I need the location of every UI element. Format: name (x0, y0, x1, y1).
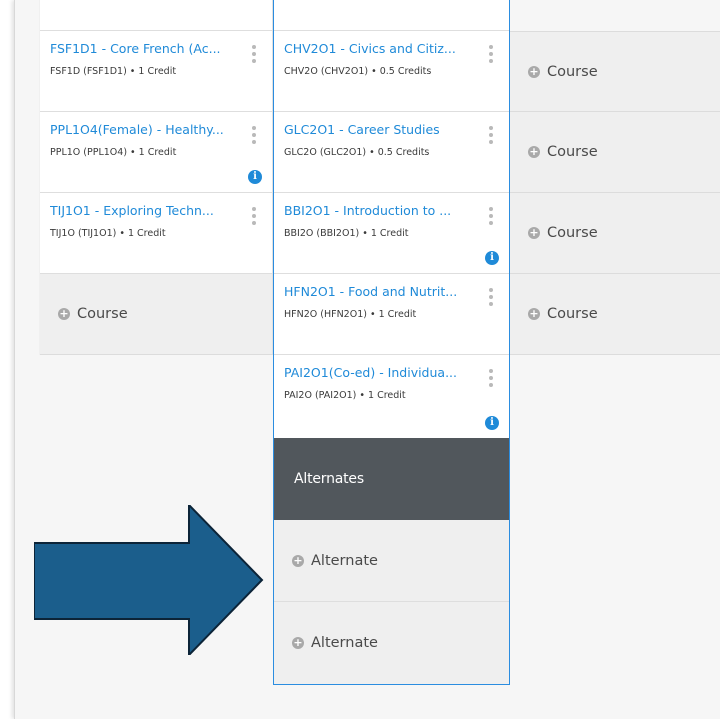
add-course-button[interactable]: + Course (528, 32, 598, 111)
add-course-slot[interactable]: + Course (40, 274, 273, 355)
add-course-slot[interactable]: + Course (510, 193, 720, 274)
course-card[interactable]: TIJ1O1 - Exploring Techn... TIJ1O (TIJ1O… (40, 193, 273, 274)
course-card-partial (40, 0, 273, 31)
add-course-label: Course (77, 306, 128, 322)
add-course-label: Course (547, 306, 598, 322)
course-title[interactable]: PPL1O4(Female) - Healthy... (50, 122, 245, 137)
info-icon[interactable]: i (248, 170, 262, 184)
add-course-slot[interactable]: + Course (510, 31, 720, 112)
add-course-slot[interactable]: + Course (510, 274, 720, 355)
more-options-icon[interactable] (252, 45, 256, 65)
course-meta: FSF1D (FSF1D1) • 1 Credit (50, 66, 177, 77)
add-course-label: Course (547, 225, 598, 241)
plus-circle-icon: + (528, 145, 540, 158)
add-course-button[interactable]: + Course (58, 274, 128, 354)
add-course-button[interactable]: + Course (528, 274, 598, 354)
add-course-button[interactable]: + Course (528, 193, 598, 273)
course-title[interactable]: TIJ1O1 - Exploring Techn... (50, 203, 245, 218)
course-meta: PPL1O (PPL1O4) • 1 Credit (50, 147, 177, 158)
course-title[interactable]: FSF1D1 - Core French (Ac... (50, 41, 245, 56)
course-card[interactable]: FSF1D1 - Core French (Ac... FSF1D (FSF1D… (40, 31, 273, 112)
add-course-label: Course (547, 63, 598, 80)
add-course-slot[interactable]: + Course (510, 112, 720, 193)
annotation-arrow-icon (34, 505, 264, 655)
plus-circle-icon: + (528, 64, 540, 78)
course-meta: TIJ1O (TIJ1O1) • 1 Credit (50, 228, 166, 239)
plus-circle-icon: + (528, 226, 540, 239)
course-card[interactable]: PPL1O4(Female) - Healthy... PPL1O (PPL1O… (40, 112, 273, 193)
add-course-label: Course (547, 144, 598, 160)
more-options-icon[interactable] (252, 207, 256, 227)
plus-circle-icon: + (528, 307, 540, 320)
selected-column-outline (273, 0, 510, 685)
add-course-button[interactable]: + Course (528, 112, 598, 192)
more-options-icon[interactable] (252, 126, 256, 146)
plus-circle-icon: + (58, 307, 70, 320)
